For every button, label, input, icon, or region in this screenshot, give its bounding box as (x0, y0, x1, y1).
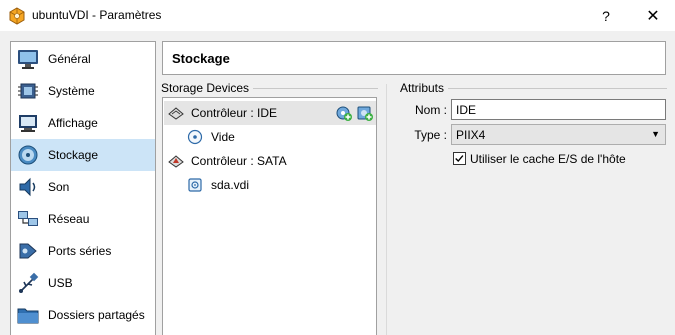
chip-icon (18, 83, 38, 99)
nav-item-usb[interactable]: USB (11, 267, 155, 299)
nav-label: Stockage (48, 148, 99, 162)
nav-label: Son (48, 180, 70, 194)
page-header: Stockage (162, 41, 666, 75)
window-title: ubuntuVDI - Paramètres (32, 8, 162, 22)
nav-label: Général (48, 52, 91, 66)
group-divider (446, 88, 667, 89)
nav-item-serial-ports[interactable]: Ports séries (11, 235, 155, 267)
add-optical-drive-icon[interactable] (336, 105, 352, 121)
nav-item-shared-folders[interactable]: Dossiers partagés (11, 299, 155, 331)
storage-devices-label: Storage Devices (161, 81, 254, 95)
add-hard-disk-icon[interactable] (357, 105, 373, 121)
tree-item-ide-controller[interactable]: Contrôleur : IDE (164, 101, 376, 125)
nav-label: USB (48, 276, 73, 290)
nav-item-network[interactable]: Réseau (11, 203, 155, 235)
tree-item-sata-controller[interactable]: Contrôleur : SATA (164, 149, 376, 173)
nav-label: Réseau (48, 212, 90, 226)
usb-icon (19, 272, 39, 293)
nav-item-system[interactable]: Système (11, 75, 155, 107)
title-bar: ubuntuVDI - Paramètres ? ✕ (0, 0, 675, 31)
virtualbox-icon (9, 7, 25, 25)
network-icon (18, 211, 38, 226)
ide-controller-icon (168, 107, 184, 120)
tree-item-sda-vdi[interactable]: sda.vdi (164, 173, 376, 197)
hard-disk-icon (188, 178, 202, 192)
speaker-icon (19, 177, 36, 197)
nav-item-sound[interactable]: Son (11, 171, 155, 203)
settings-nav: Général Système Affichage Stockage Son R… (10, 41, 156, 335)
host-io-cache-checkbox[interactable] (453, 152, 466, 165)
chevron-down-icon: ▼ (651, 129, 660, 139)
nav-label: Affichage (48, 116, 98, 130)
name-input[interactable] (451, 99, 666, 120)
attributes-label: Attributs (400, 81, 449, 95)
type-label: Type : (414, 128, 447, 142)
panel-splitter[interactable] (386, 84, 387, 335)
nav-label: Système (48, 84, 95, 98)
name-label: Nom : (414, 103, 447, 117)
shared-folder-icon (17, 308, 39, 324)
help-button[interactable]: ? (584, 0, 628, 31)
nav-item-display[interactable]: Affichage (11, 107, 155, 139)
nav-item-general[interactable]: Général (11, 43, 155, 75)
storage-disk-icon (18, 145, 38, 165)
tree-label: sda.vdi (211, 178, 250, 192)
storage-tree[interactable]: Contrôleur : IDE Vide Contrôleur : SATA (162, 97, 377, 335)
tree-label: Vide (211, 130, 235, 144)
nav-label: Ports séries (48, 244, 112, 258)
display-icon (19, 115, 37, 132)
tree-label: Contrôleur : IDE (191, 106, 278, 120)
sata-controller-icon (168, 155, 184, 168)
type-select[interactable]: PIIX4 ▼ (451, 124, 666, 145)
host-io-cache-label[interactable]: Utiliser le cache E/S de l'hôte (470, 152, 626, 166)
page-title: Stockage (172, 51, 230, 66)
nav-item-storage[interactable]: Stockage (11, 139, 155, 171)
monitor-icon (18, 50, 38, 69)
nav-label: Dossiers partagés (48, 308, 145, 322)
tree-label: Contrôleur : SATA (191, 154, 287, 168)
serial-port-icon (19, 243, 37, 259)
tree-item-empty-drive[interactable]: Vide (164, 125, 376, 149)
type-select-value: PIIX4 (456, 128, 486, 142)
optical-disc-icon (187, 129, 203, 145)
checkmark-icon (455, 155, 464, 163)
close-button[interactable]: ✕ (631, 0, 675, 31)
group-divider (240, 88, 378, 89)
